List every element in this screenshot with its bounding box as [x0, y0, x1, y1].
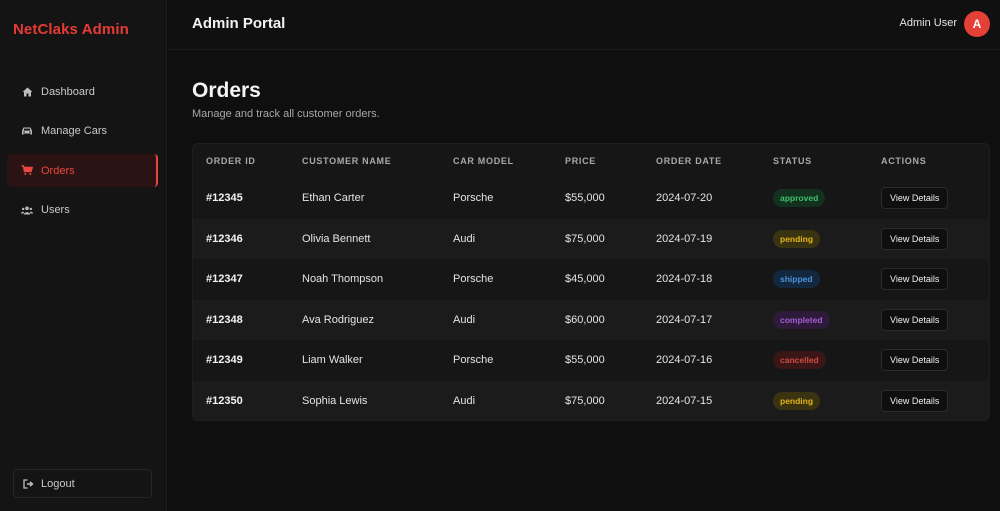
order-date: 2024-07-19 — [656, 232, 713, 245]
column-header-actions: ACTIONS — [881, 156, 927, 166]
sidebar-item-label: Orders — [41, 164, 75, 177]
page-subtitle: Manage and track all customer orders. — [192, 108, 380, 120]
price: $55,000 — [565, 354, 605, 367]
sidebar-item-label: Dashboard — [41, 85, 95, 98]
order-date: 2024-07-20 — [656, 192, 713, 205]
home-icon — [20, 85, 34, 99]
orders-table: ORDER ID CUSTOMER NAME CAR MODEL PRICE O… — [192, 143, 990, 421]
order-id: #12348 — [206, 313, 243, 326]
header-title: Admin Portal — [192, 15, 286, 32]
price: $60,000 — [565, 313, 605, 326]
table-row: #12347 Noah Thompson Porsche $45,000 202… — [193, 259, 989, 300]
status-badge: shipped — [773, 270, 820, 289]
status-badge: pending — [773, 391, 821, 410]
view-details-button[interactable]: View Details — [881, 187, 949, 210]
logout-label: Logout — [41, 477, 75, 490]
logout-icon — [22, 477, 36, 491]
customer-name: Noah Thompson — [302, 273, 384, 286]
order-id: #12345 — [206, 192, 243, 205]
column-header-order-date: ORDER DATE — [656, 156, 722, 166]
sidebar-nav: Dashboard Manage Cars Orders Users — [7, 75, 158, 233]
order-id: #12349 — [206, 354, 243, 367]
price: $75,000 — [565, 394, 605, 407]
order-id: #12347 — [206, 273, 243, 286]
page-title: Orders — [192, 79, 261, 102]
status-badge: pending — [773, 229, 821, 248]
top-header: Admin Portal Admin User A — [168, 0, 1000, 50]
logout-button[interactable]: Logout — [13, 469, 152, 498]
customer-name: Ava Rodriguez — [302, 313, 374, 326]
table-row: #12346 Olivia Bennett Audi $75,000 2024-… — [193, 218, 989, 259]
status-badge: completed — [773, 310, 830, 329]
user-name[interactable]: Admin User — [900, 17, 957, 29]
price: $55,000 — [565, 192, 605, 205]
view-details-button[interactable]: View Details — [881, 349, 949, 372]
cart-icon — [20, 164, 34, 178]
view-details-button[interactable]: View Details — [881, 308, 949, 331]
avatar[interactable]: A — [964, 11, 990, 37]
sidebar-item-users[interactable]: Users — [7, 194, 158, 227]
car-model: Audi — [453, 394, 476, 407]
table-header: ORDER ID CUSTOMER NAME CAR MODEL PRICE O… — [193, 144, 989, 178]
status-badge: approved — [773, 189, 826, 208]
customer-name: Olivia Bennett — [302, 232, 371, 245]
car-model: Porsche — [453, 192, 494, 205]
customer-name: Ethan Carter — [302, 192, 365, 205]
car-icon — [20, 124, 34, 138]
sidebar-item-dashboard[interactable]: Dashboard — [7, 75, 158, 108]
column-header-customer-name: CUSTOMER NAME — [302, 156, 392, 166]
sidebar: NetClaks Admin Dashboard Manage Cars Ord… — [0, 0, 167, 511]
order-date: 2024-07-15 — [656, 394, 713, 407]
price: $75,000 — [565, 232, 605, 245]
column-header-order-id: ORDER ID — [206, 156, 256, 166]
car-model: Porsche — [453, 354, 494, 367]
view-details-button[interactable]: View Details — [881, 268, 949, 291]
order-date: 2024-07-16 — [656, 354, 713, 367]
column-header-price: PRICE — [565, 156, 597, 166]
table-row: #12349 Liam Walker Porsche $55,000 2024-… — [193, 340, 989, 381]
order-id: #12350 — [206, 394, 243, 407]
view-details-button[interactable]: View Details — [881, 389, 949, 412]
sidebar-item-label: Users — [41, 204, 70, 216]
table-row: #12348 Ava Rodriguez Audi $60,000 2024-0… — [193, 299, 989, 340]
sidebar-item-label: Manage Cars — [41, 125, 108, 137]
column-header-status: STATUS — [773, 156, 812, 166]
car-model: Audi — [453, 232, 476, 245]
sidebar-item-manage-cars[interactable]: Manage Cars — [7, 115, 158, 148]
view-details-button[interactable]: View Details — [881, 227, 949, 250]
table-row: #12345 Ethan Carter Porsche $55,000 2024… — [193, 178, 989, 219]
customer-name: Sophia Lewis — [302, 394, 368, 407]
order-date: 2024-07-18 — [656, 273, 713, 286]
table-row: #12350 Sophia Lewis Audi $75,000 2024-07… — [193, 380, 989, 420]
users-icon — [20, 203, 34, 217]
sidebar-item-orders[interactable]: Orders — [7, 154, 158, 187]
column-header-car-model: CAR MODEL — [453, 156, 514, 166]
order-id: #12346 — [206, 232, 243, 245]
customer-name: Liam Walker — [302, 354, 363, 367]
status-badge: cancelled — [773, 351, 826, 370]
brand-logo[interactable]: NetClaks Admin — [13, 21, 129, 38]
car-model: Audi — [453, 313, 476, 326]
order-date: 2024-07-17 — [656, 313, 713, 326]
car-model: Porsche — [453, 273, 494, 286]
price: $45,000 — [565, 273, 605, 286]
